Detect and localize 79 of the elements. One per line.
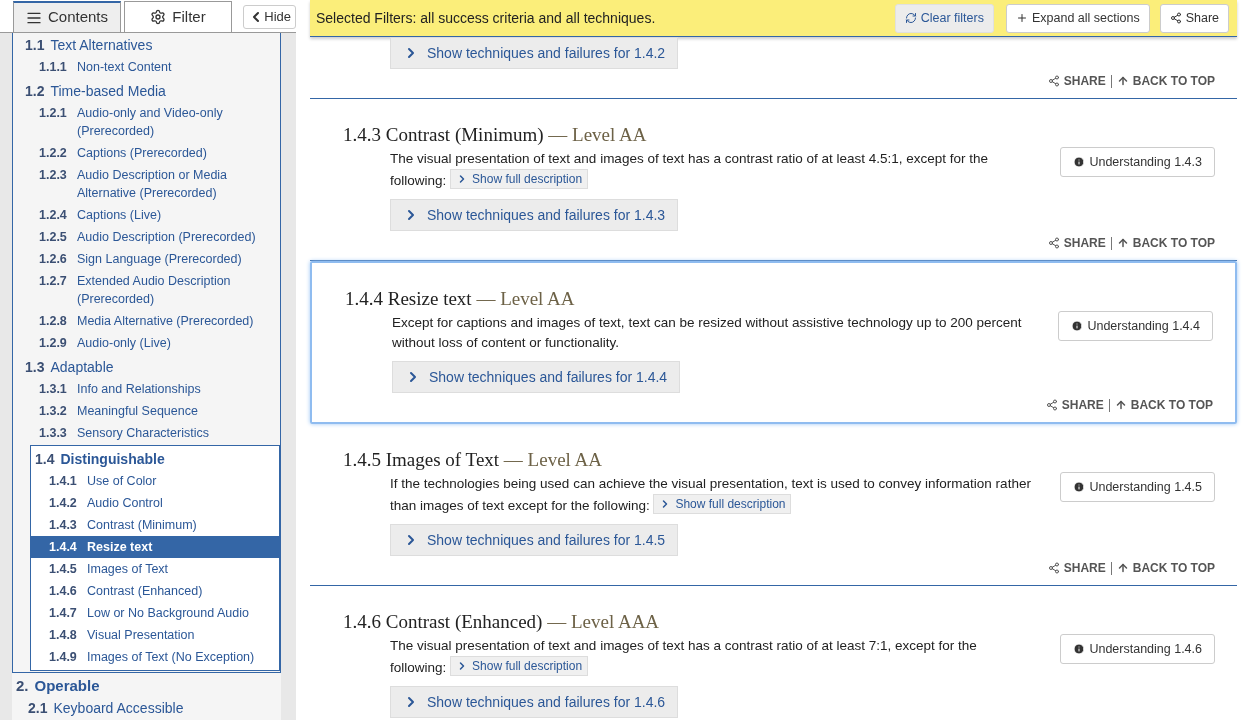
share-link[interactable]: SHARE — [1047, 72, 1106, 90]
full-description-button[interactable]: Show full description — [653, 494, 792, 514]
toc-item[interactable]: 1.2.8 Media Alternative (Prerecorded) — [21, 310, 279, 332]
understanding-button[interactable]: Understanding 1.4.6 — [1060, 634, 1215, 664]
toc-item[interactable]: 1.4.7 Low or No Background Audio — [31, 602, 279, 624]
share-link[interactable]: SHARE — [1047, 559, 1106, 577]
share-icon — [1047, 562, 1060, 574]
techniques-button[interactable]: Show techniques and failures for 1.4.6 — [390, 686, 679, 718]
criterion-heading: 1.4.4 Resize text — Level AA — [345, 287, 576, 311]
toc-heading[interactable]: 1.1 Text Alternatives — [21, 34, 279, 56]
arrow-up-icon — [1116, 562, 1129, 574]
toc-heading[interactable]: 2. Operable — [16, 675, 281, 697]
toolbar-button[interactable]: Clear filters — [894, 3, 994, 33]
back-to-top-link[interactable]: BACK TO TOP — [1116, 234, 1215, 252]
toc-item[interactable]: 1.3.3 Sensory Characteristics — [21, 422, 279, 444]
toc-heading[interactable]: 1.2 Time-based Media — [21, 80, 279, 102]
arrow-up-icon — [1114, 399, 1127, 411]
toc-item[interactable]: 1.4.3 Contrast (Minimum) — [31, 514, 279, 536]
back-to-top-link[interactable]: BACK TO TOP — [1116, 559, 1215, 577]
arrow-up-icon — [1116, 75, 1129, 87]
sidebar-tab[interactable]: Filter — [124, 1, 232, 32]
toc-item[interactable]: 1.2.1 Audio-only and Video-only (Prerecorded) — [21, 102, 279, 142]
arrow-up-icon — [1116, 237, 1129, 249]
criterion-heading: 1.4.5 Images of Text — Level AA — [343, 448, 603, 472]
criterion-description: The visual presentation of text and images of text has a contrast ratio of at least 4.5:1, except for the following: Show full description — [390, 150, 990, 191]
toc-item[interactable]: 1.4.6 Contrast (Enhanced) — [31, 580, 279, 602]
share-icon — [1047, 237, 1060, 249]
toc-item[interactable]: 1.2.7 Extended Audio Description (Prerecorded) — [21, 270, 279, 310]
info-icon — [1073, 481, 1086, 493]
sidebar-tab[interactable]: Contents — [13, 1, 121, 32]
settings-icon — [150, 9, 167, 25]
info-icon — [1071, 320, 1084, 332]
share-link[interactable]: SHARE — [1045, 396, 1104, 414]
toc-item[interactable]: 1.2.6 Sign Language (Prerecorded) — [21, 248, 279, 270]
toc-item[interactable]: 1.4.1 Use of Color — [31, 470, 279, 492]
toc-heading[interactable]: 2.1 Keyboard Accessible — [28, 697, 281, 719]
share-icon — [1169, 12, 1182, 24]
techniques-button[interactable]: Show techniques and failures for 1.4.4 — [392, 361, 681, 393]
info-icon — [1073, 643, 1086, 655]
techniques-button[interactable]: Show techniques and failures for 1.4.3 — [390, 199, 679, 231]
criterion-description: If the technologies being used can achieve the visual presentation, text is used to convey information rather than images of text except for the following: Show full description — [390, 475, 1032, 516]
toc-item[interactable]: 1.1.1 Non-text Content — [21, 56, 279, 78]
toc-heading[interactable]: 1.4 Distinguishable — [31, 448, 279, 470]
info-icon — [1073, 156, 1086, 168]
toolbar-button[interactable]: Expand all sections — [1005, 3, 1150, 33]
understanding-button[interactable]: Understanding 1.4.5 — [1060, 472, 1215, 502]
understanding-button[interactable]: Understanding 1.4.3 — [1060, 147, 1215, 177]
toc-item[interactable]: 1.2.4 Captions (Live) — [21, 204, 279, 226]
toc-item[interactable]: 1.2.3 Audio Description or Media Alternative (Prerecorded) — [21, 164, 279, 204]
techniques-button[interactable]: Show techniques and failures for 1.4.2 — [390, 37, 679, 69]
full-description-button[interactable]: Show full description — [450, 656, 589, 676]
criterion-description: The visual presentation of text and images of text has a contrast ratio of at least 7:1, except for the following: Show full description — [390, 637, 978, 678]
back-to-top-link[interactable]: BACK TO TOP — [1114, 396, 1213, 414]
toc-item[interactable]: 1.2.5 Audio Description (Prerecorded) — [21, 226, 279, 248]
criterion-heading: 1.4.6 Contrast (Enhanced) — Level AAA — [343, 610, 661, 634]
techniques-button[interactable]: Show techniques and failures for 1.4.5 — [390, 524, 679, 556]
toc-item[interactable]: 1.2.2 Captions (Prerecorded) — [21, 142, 279, 164]
toc-item[interactable]: 1.4.8 Visual Presentation — [31, 624, 279, 646]
refresh-icon — [904, 12, 917, 24]
toc-item[interactable]: 1.4.5 Images of Text — [31, 558, 279, 580]
toc-item[interactable]: 1.3.2 Meaningful Sequence — [21, 400, 279, 422]
share-icon — [1047, 75, 1060, 87]
share-link[interactable]: SHARE — [1047, 234, 1106, 252]
toc-item[interactable]: 1.4.2 Audio Control — [31, 492, 279, 514]
hide-button[interactable]: Hide — [243, 5, 296, 29]
criterion-heading: 1.4.3 Contrast (Minimum) — Level AA — [343, 123, 648, 147]
toc-heading[interactable]: 1.3 Adaptable — [21, 356, 279, 378]
toolbar-button[interactable]: Share — [1159, 3, 1229, 33]
toc-item[interactable]: 1.4.4 Resize text — [31, 536, 279, 558]
full-description-button[interactable]: Show full description — [450, 169, 589, 189]
plus-icon — [1015, 12, 1028, 24]
toc-item[interactable]: 1.4.9 Images of Text (No Exception) — [31, 646, 279, 668]
criterion-description: Except for captions and images of text, text can be resized without assistive technology up to 200 percent without loss of content or functionality. — [392, 314, 1023, 352]
filter-summary: Selected Filters: all success criteria and all techniques. — [316, 8, 657, 28]
share-icon — [1045, 399, 1058, 411]
toc-item[interactable]: 1.3.1 Info and Relationships — [21, 378, 279, 400]
back-to-top-link[interactable]: BACK TO TOP — [1116, 72, 1215, 90]
toc-item[interactable]: 1.2.9 Audio-only (Live) — [21, 332, 279, 354]
understanding-button[interactable]: Understanding 1.4.4 — [1058, 311, 1213, 341]
